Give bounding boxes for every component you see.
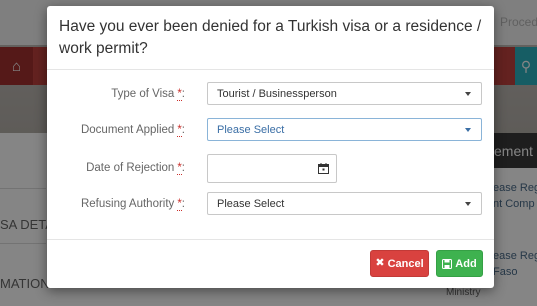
refusing-authority-select[interactable]: Please Select: [207, 192, 482, 215]
modal-footer-divider: [47, 239, 494, 240]
document-applied-select[interactable]: Please Select: [207, 118, 482, 141]
document-applied-label: Document Applied *:: [80, 124, 185, 137]
visa-type-select[interactable]: Tourist / Businessperson: [207, 82, 482, 105]
refusing-authority-label: Refusing Authority *:: [80, 198, 185, 211]
visa-denial-modal: Have you ever been denied for a Turkish …: [47, 6, 494, 288]
close-icon: ✖: [375, 257, 385, 269]
visa-type-value: Tourist / Businessperson: [217, 87, 337, 100]
modal-title: Have you ever been denied for a Turkish …: [59, 18, 482, 57]
cancel-button-label: Cancel: [387, 257, 424, 270]
date-of-rejection-input[interactable]: [207, 154, 337, 183]
save-icon: [442, 258, 453, 269]
chevron-down-icon: [465, 127, 471, 132]
add-button-label: Add: [455, 257, 477, 270]
calendar-icon[interactable]: [318, 163, 329, 174]
date-of-rejection-label: Date of Rejection *:: [86, 162, 185, 175]
document-applied-value: Please Select: [217, 123, 285, 136]
chevron-down-icon: [465, 201, 471, 206]
cancel-button[interactable]: ✖ Cancel: [370, 250, 429, 277]
modal-header-divider: [47, 69, 494, 70]
refusing-authority-value: Please Select: [217, 197, 285, 210]
visa-type-label: Type of Visa *:: [111, 88, 185, 101]
chevron-down-icon: [465, 91, 471, 96]
add-button[interactable]: Add: [436, 250, 483, 277]
